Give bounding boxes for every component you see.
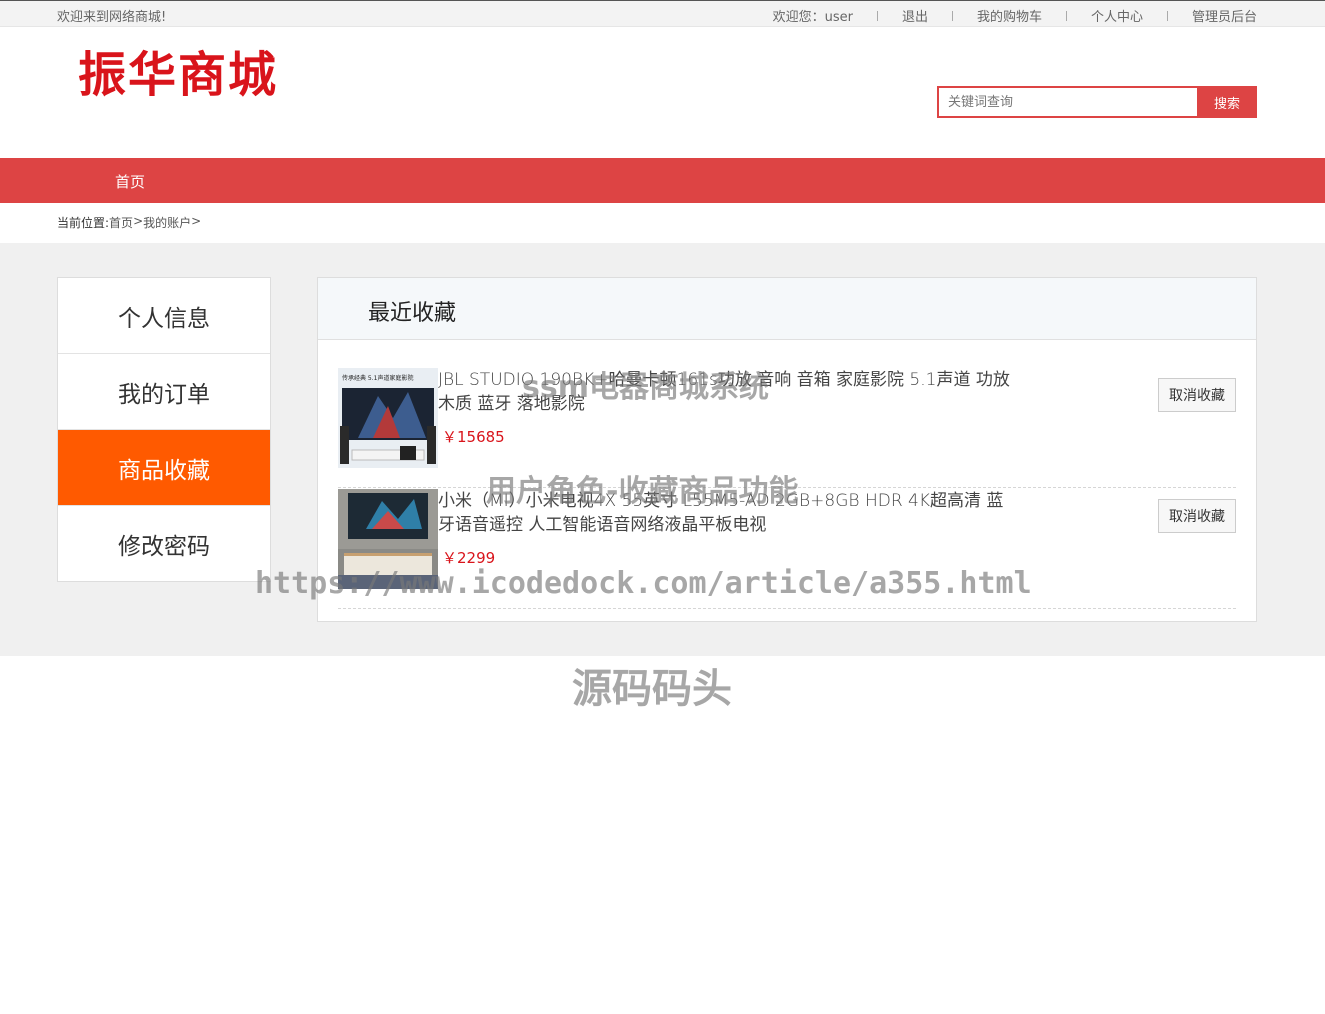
panel-title: 最近收藏 (368, 301, 457, 326)
watermark-text: 用户角色-收藏商品功能 (486, 474, 799, 509)
remove-favorite-button[interactable]: 取消收藏 (1158, 378, 1236, 412)
sidebar-item-orders[interactable]: 我的订单 (58, 354, 270, 430)
breadcrumb-trail: > (191, 214, 202, 228)
user-greeting: 欢迎您：user (772, 10, 853, 25)
admin-link[interactable]: 管理员后台 (1192, 6, 1257, 25)
watermark-text: ssm电器商城系统 (522, 370, 769, 405)
product-price: ￥2299 (442, 549, 496, 567)
separator (1065, 10, 1067, 21)
header: 振华商城 搜索 (0, 27, 1325, 158)
nav-item-home[interactable]: 首页 (115, 171, 145, 192)
breadcrumb-sep: > (133, 214, 144, 228)
logout-link[interactable]: 退出 (902, 6, 928, 25)
welcome-text: 欢迎来到网络商城! (57, 10, 167, 25)
cart-link[interactable]: 我的购物车 (977, 6, 1042, 25)
breadcrumb: 当前位置: 首页 > 我的账户 > (57, 214, 201, 231)
product-image[interactable]: 传承经典 5.1声道家庭影院 (338, 368, 438, 468)
profile-link[interactable]: 个人中心 (1091, 6, 1143, 25)
product-image-caption: 传承经典 5.1声道家庭影院 (342, 374, 413, 382)
search-input[interactable] (937, 86, 1197, 118)
sidebar-item-profile[interactable]: 个人信息 (58, 278, 270, 354)
breadcrumb-home[interactable]: 首页 (109, 214, 133, 231)
separator (1166, 10, 1168, 21)
search-button[interactable]: 搜索 (1197, 86, 1257, 118)
sidebar-item-favorites[interactable]: 商品收藏 (58, 430, 270, 506)
top-bar: 欢迎来到网络商城! 欢迎您：user 退出 我的购物车 个人中心 管理员后台 (0, 0, 1325, 27)
site-logo[interactable]: 振华商城 (78, 45, 278, 105)
top-links: 欢迎您：user 退出 我的购物车 个人中心 管理员后台 (773, 6, 1257, 25)
remove-favorite-button[interactable]: 取消收藏 (1158, 499, 1236, 533)
search-bar: 搜索 (937, 86, 1257, 118)
product-price: ￥15685 (442, 428, 505, 446)
watermark-text: 源码码头 (572, 666, 732, 712)
breadcrumb-label: 当前位置: (57, 216, 110, 230)
panel-header: 最近收藏 (318, 278, 1256, 340)
main-nav: 首页 (0, 158, 1325, 203)
watermark-url: https://www.icodedock.com/article/a355.h… (255, 566, 1032, 601)
breadcrumb-account[interactable]: 我的账户 (143, 214, 191, 231)
account-sidebar: 个人信息 我的订单 商品收藏 修改密码 (57, 277, 271, 582)
separator (951, 10, 953, 21)
sidebar-item-password[interactable]: 修改密码 (58, 506, 270, 582)
separator (876, 10, 878, 21)
